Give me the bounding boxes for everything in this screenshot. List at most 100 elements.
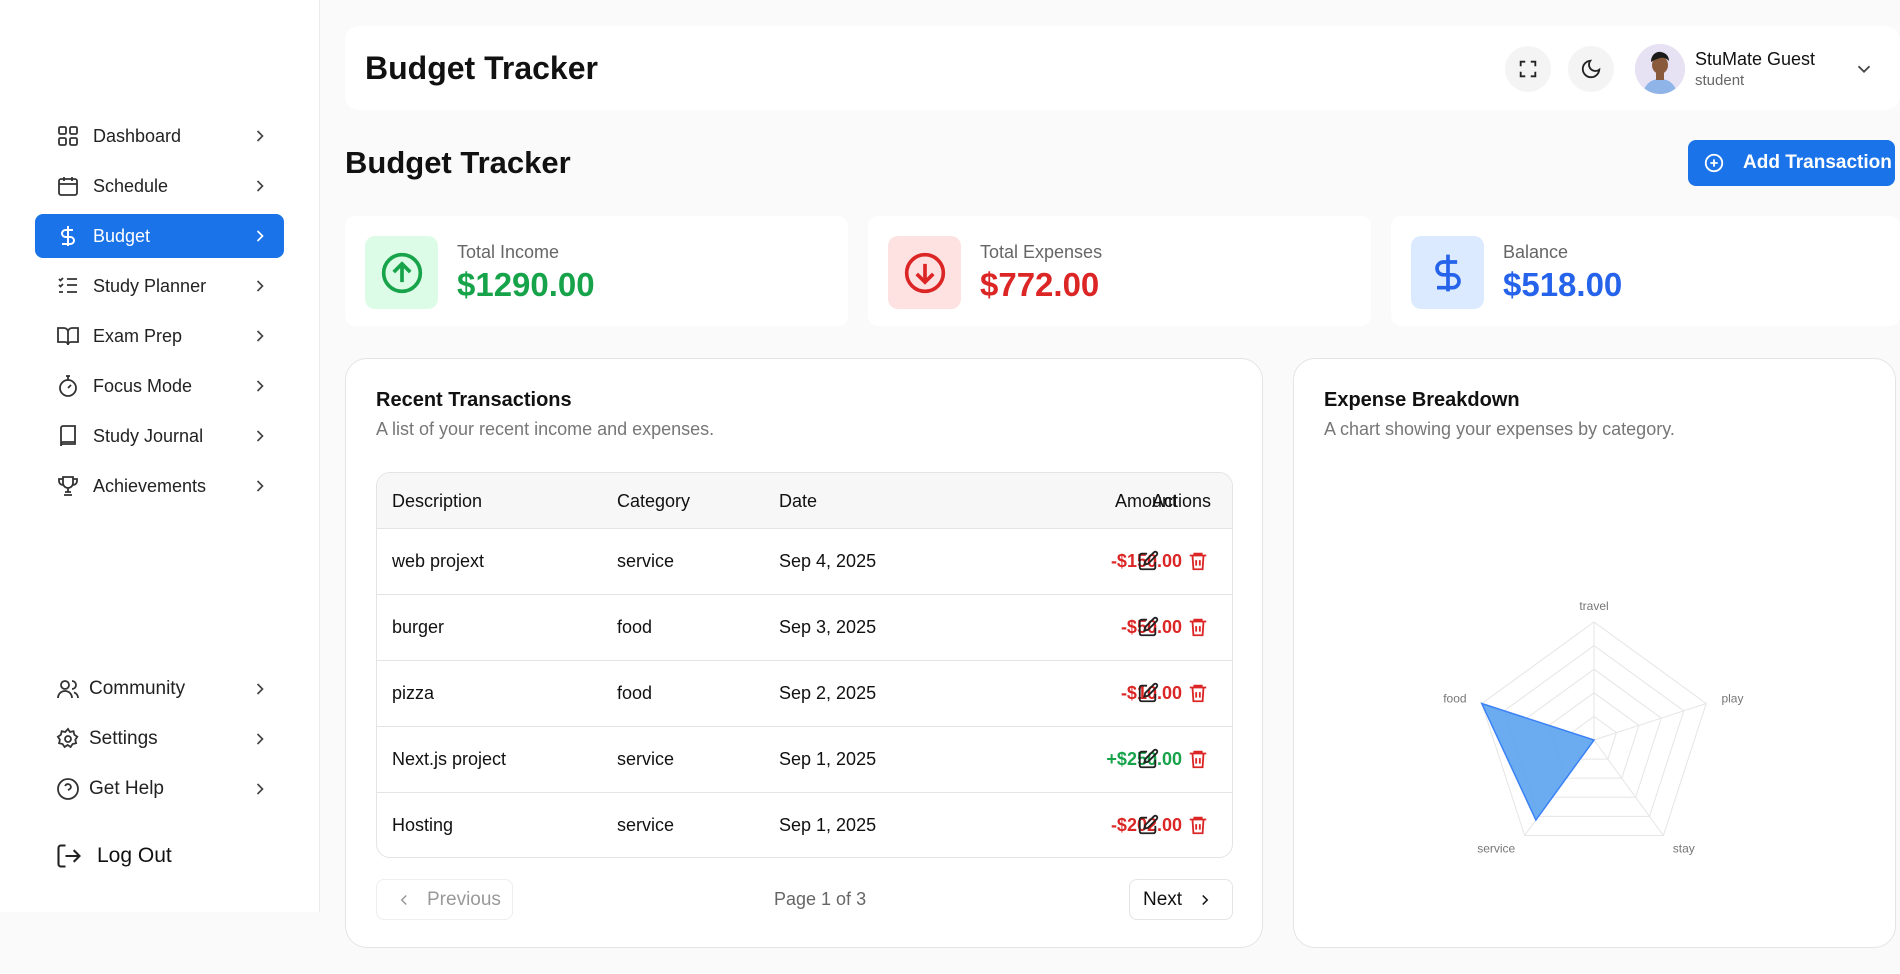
sidebar-item-label: Achievements — [93, 475, 207, 496]
trash-icon[interactable] — [1187, 550, 1211, 574]
top-bar: Budget Tracker StuMate Guest student — [345, 26, 1900, 110]
income-card: Total Income $1290.00 — [345, 216, 848, 326]
radar-axis-label: stay — [1673, 841, 1695, 855]
edit-icon[interactable] — [1137, 616, 1161, 640]
sidebar-item-label: Get Help — [89, 778, 164, 799]
row-amount: +$250.00 — [1106, 749, 1182, 769]
breakdown-panel: Expense Breakdown A chart showing your e… — [1293, 358, 1896, 948]
radar-axis-label: service — [1477, 841, 1515, 855]
radar-spoke — [1593, 739, 1664, 836]
row-category: food — [617, 683, 653, 703]
sidebar-item-study-planner[interactable]: Study Planner — [35, 264, 284, 308]
open-book-icon — [55, 323, 81, 349]
chevron-right-icon — [256, 733, 264, 745]
stopwatch-icon — [55, 373, 81, 399]
sidebar-item-label: Exam Prep — [93, 325, 183, 346]
radar-spoke — [1593, 703, 1707, 741]
sidebar-item-focus-mode[interactable]: Focus Mode — [35, 364, 284, 408]
edit-icon[interactable] — [1137, 682, 1161, 706]
expenses-card: Total Expenses $772.00 — [868, 216, 1371, 326]
radar-axis-label: play — [1721, 692, 1743, 706]
help-circle-icon — [55, 776, 81, 802]
header-title: Budget Tracker — [365, 50, 598, 86]
table-row: web projext service Sep 4, 2025 -$150.00 — [377, 529, 1232, 595]
checklist-icon — [55, 273, 81, 299]
edit-icon[interactable] — [1137, 814, 1161, 838]
page-title: Budget Tracker — [345, 145, 571, 180]
user-menu[interactable]: StuMate Guest student — [1635, 44, 1815, 94]
trash-icon[interactable] — [1187, 814, 1211, 838]
column-header: Date — [779, 491, 818, 511]
chevron-right-icon — [256, 430, 264, 442]
balance-value: $518.00 — [1503, 266, 1623, 303]
sidebar-item-settings[interactable]: Settings — [35, 717, 284, 761]
column-header: Description — [392, 491, 483, 511]
trophy-icon — [55, 473, 81, 499]
edit-icon[interactable] — [1137, 550, 1161, 574]
chevron-right-icon — [256, 783, 264, 795]
dollar-icon — [55, 223, 81, 249]
trash-icon[interactable] — [1187, 748, 1211, 772]
sidebar-item-schedule[interactable]: Schedule — [35, 164, 284, 208]
chevron-down-icon[interactable] — [1853, 58, 1875, 80]
add-transaction-button[interactable]: Add Transaction — [1688, 140, 1895, 186]
chevron-right-icon — [1202, 894, 1209, 905]
sidebar-item-budget[interactable]: Budget — [35, 214, 284, 258]
fullscreen-icon — [1519, 60, 1537, 78]
avatar — [1635, 44, 1685, 94]
user-role: student — [1695, 72, 1745, 89]
chevron-left-icon — [400, 894, 407, 905]
next-label: Next — [1143, 888, 1183, 910]
trash-icon[interactable] — [1187, 616, 1211, 640]
logout-button[interactable]: Log Out — [55, 842, 172, 870]
sidebar-item-label: Budget — [93, 225, 151, 246]
gear-icon — [55, 726, 81, 752]
row-amount: -$50.00 — [1120, 617, 1182, 637]
edit-icon[interactable] — [1137, 748, 1161, 772]
theme-toggle-button[interactable] — [1568, 46, 1614, 92]
dashboard-grid-icon — [55, 123, 81, 149]
row-description: Hosting — [392, 815, 454, 835]
page-indicator: Page 1 of 3 — [774, 889, 867, 909]
trash-icon[interactable] — [1187, 682, 1211, 706]
calendar-icon — [55, 173, 81, 199]
add-transaction-label: Add Transaction — [1743, 152, 1892, 173]
user-name: StuMate Guest — [1695, 49, 1816, 69]
sidebar-item-study-journal[interactable]: Study Journal — [35, 414, 284, 458]
table-header: Description Category Date Amount Actions — [377, 473, 1232, 529]
radar-axis-label: food — [1443, 692, 1466, 706]
income-value: $1290.00 — [457, 266, 595, 303]
sidebar-item-label: Study Planner — [93, 275, 207, 296]
row-date: Sep 2, 2025 — [779, 683, 877, 703]
radar-axis-label: travel — [1579, 599, 1608, 613]
row-category: service — [617, 815, 675, 835]
chevron-right-icon — [256, 280, 264, 292]
table-row: Next.js project service Sep 1, 2025 +$25… — [377, 727, 1232, 793]
next-page-button[interactable]: Next — [1129, 879, 1233, 920]
row-date: Sep 1, 2025 — [779, 815, 877, 835]
chevron-right-icon — [256, 683, 264, 695]
sidebar-item-exam-prep[interactable]: Exam Prep — [35, 314, 284, 358]
radar-data-area — [1480, 702, 1596, 822]
fullscreen-button[interactable] — [1505, 46, 1551, 92]
sidebar-item-dashboard[interactable]: Dashboard — [35, 114, 284, 158]
balance-label: Balance — [1503, 242, 1569, 262]
sidebar-item-label: Focus Mode — [93, 375, 193, 396]
row-date: Sep 4, 2025 — [779, 551, 877, 571]
transactions-title: Recent Transactions — [376, 389, 572, 411]
sidebar-item-community[interactable]: Community — [35, 667, 284, 711]
previous-page-button[interactable]: Previous — [376, 879, 513, 920]
moon-icon — [1581, 59, 1601, 79]
breakdown-title: Expense Breakdown — [1324, 389, 1520, 411]
transactions-panel: Recent Transactions A list of your recen… — [345, 358, 1263, 948]
table-row: burger food Sep 3, 2025 -$50.00 — [377, 595, 1232, 661]
users-icon — [55, 676, 81, 702]
sidebar-item-achievements[interactable]: Achievements — [35, 464, 284, 508]
chevron-right-icon — [256, 480, 264, 492]
table-row: Hosting service Sep 1, 2025 -$202.00 — [377, 793, 1232, 857]
table-row: pizza food Sep 2, 2025 -$10.00 — [377, 661, 1232, 727]
transactions-table: Description Category Date Amount Actions… — [376, 472, 1233, 858]
logout-icon — [57, 844, 81, 868]
sidebar-item-get-help[interactable]: Get Help — [35, 767, 284, 811]
expenses-value: $772.00 — [980, 266, 1100, 303]
